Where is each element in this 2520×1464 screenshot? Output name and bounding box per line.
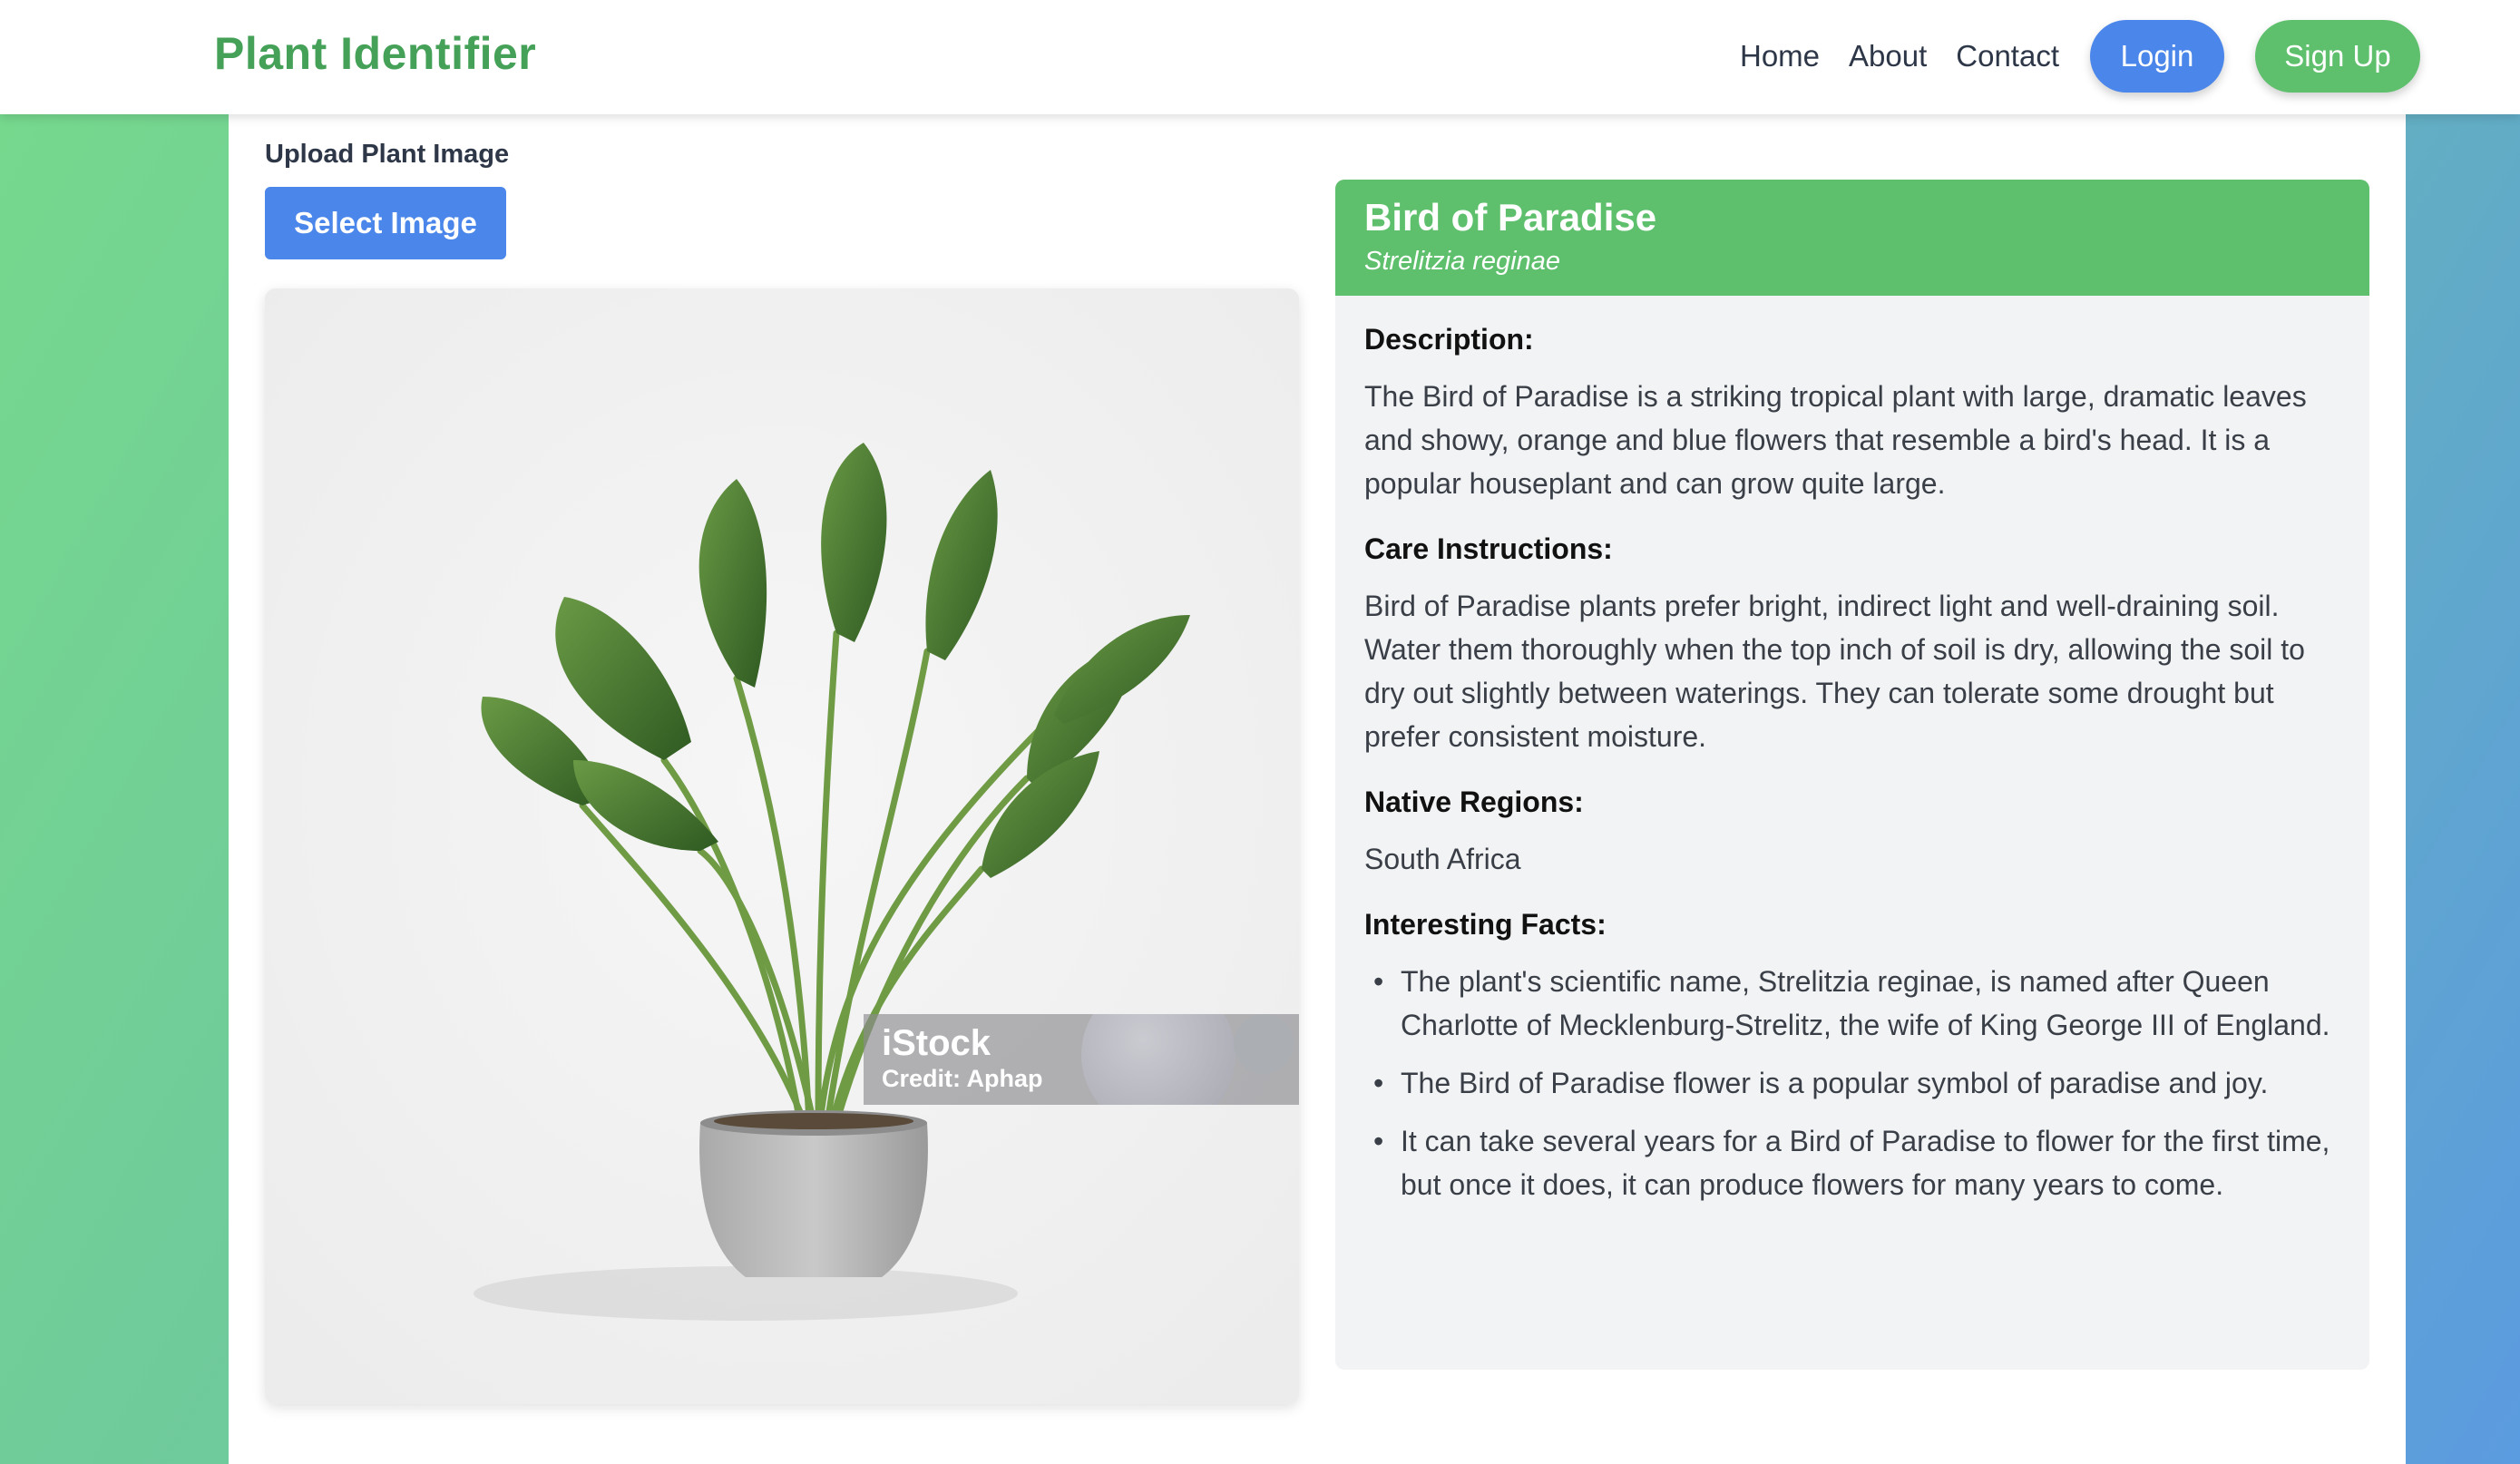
istock-watermark: iStock Credit: Aphap [864,1014,1299,1105]
watermark-credit: Credit: Aphap [882,1065,1043,1092]
plant-info-card: Bird of Paradise Strelitzia reginae Desc… [1335,180,2369,1370]
nav-contact-link[interactable]: Contact [1956,39,2059,73]
plant-image-preview: iStock Credit: Aphap [265,288,1299,1404]
fact-item: The Bird of Paradise flower is a popular… [1364,1061,2344,1105]
care-heading: Care Instructions: [1364,532,1613,565]
plant-info-body: Description: The Bird of Paradise is a s… [1364,323,2344,1221]
facts-heading: Interesting Facts: [1364,908,1607,941]
select-image-button[interactable]: Select Image [265,187,506,259]
nav-about-link[interactable]: About [1849,39,1927,73]
main-nav: Home About Contact Login Sign Up [1740,20,2420,93]
plant-photo [265,288,1299,1404]
login-button[interactable]: Login [2090,20,2224,93]
top-navbar: Plant Identifier Home About Contact Logi… [0,0,2520,114]
plant-name: Bird of Paradise [1364,196,1657,239]
care-text: Bird of Paradise plants prefer bright, i… [1364,590,2305,753]
fact-item: It can take several years for a Bird of … [1364,1119,2344,1206]
regions-heading: Native Regions: [1364,786,1584,818]
fact-item: The plant's scientific name, Strelitzia … [1364,960,2344,1047]
watermark-circle-large [1081,1014,1236,1105]
plant-scientific-name: Strelitzia reginae [1364,247,1560,276]
nav-home-link[interactable]: Home [1740,39,1820,73]
watermark-circle-small [1234,1014,1294,1074]
signup-button[interactable]: Sign Up [2255,20,2420,93]
watermark-logo: iStock [882,1023,991,1063]
main-panel: Upload Plant Image Select Image iStock C… [229,114,2406,1464]
facts-list: The plant's scientific name, Strelitzia … [1364,960,2344,1206]
brand-logo[interactable]: Plant Identifier [214,27,536,80]
description-text: The Bird of Paradise is a striking tropi… [1364,380,2307,500]
regions-text: South Africa [1364,843,1521,875]
plant-info-header: Bird of Paradise Strelitzia reginae [1335,180,2369,296]
upload-label: Upload Plant Image [265,140,510,169]
description-heading: Description: [1364,323,1534,356]
